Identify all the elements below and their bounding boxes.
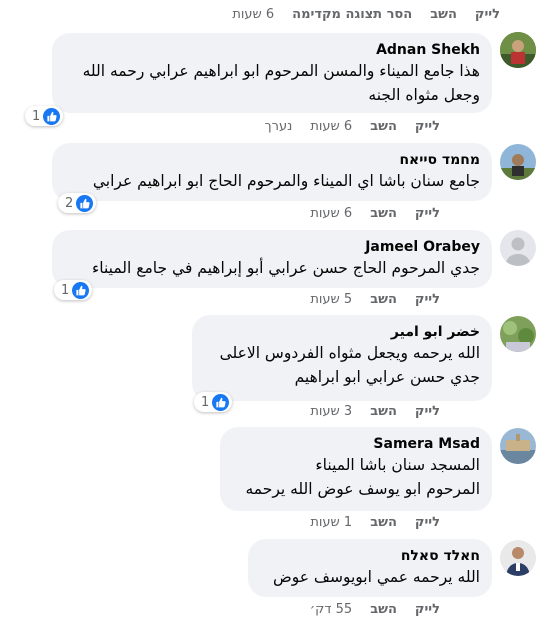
avatar[interactable] [500, 316, 536, 352]
comment-actions: לייק השב 5 שעות [310, 292, 440, 307]
comment-bubble: Adnan Shekh هذا جامع الميناء والمسن المر… [52, 33, 492, 113]
comment-text-line: جدي حسن عرابي ابو ابراهيم [294, 368, 480, 386]
timestamp[interactable]: 55 דק׳ [310, 602, 352, 617]
comment-bubble: Jameel Orabey جدي المرحوم الحاج حسن عراب… [52, 230, 492, 288]
profile-photo [500, 32, 536, 68]
like-link[interactable]: לייק [475, 7, 500, 22]
like-icon [72, 281, 90, 299]
timestamp[interactable]: 6 שעות [232, 7, 274, 22]
reaction-count[interactable]: 2 [58, 193, 97, 213]
comment-author[interactable]: Adnan Shekh [64, 41, 480, 59]
comment-actions: לייק השב 6 שעות [310, 206, 440, 221]
reply-link[interactable]: השב [370, 292, 397, 307]
comment-text-line: الله يرحمه عمي ابويوسف عوض [272, 568, 480, 586]
reply-link[interactable]: השב [430, 7, 457, 22]
avatar[interactable] [500, 230, 536, 266]
comment-text-line: وجعل مثواه الجنه [368, 86, 480, 104]
comment-author[interactable]: خضر ابو امير [204, 323, 480, 341]
like-link[interactable]: לייק [415, 515, 440, 530]
profile-photo [500, 540, 536, 576]
reply-link[interactable]: השב [370, 404, 397, 419]
timestamp[interactable]: 6 שעות [310, 119, 352, 134]
like-link[interactable]: לייק [415, 602, 440, 617]
like-icon [76, 194, 94, 212]
comment-text-line: جامع سنان باشا اي الميناء والمرحوم الحاج… [92, 172, 480, 190]
comment-author[interactable]: מחמד סייאח [64, 151, 480, 169]
top-actions: לייק השב הסר תצוגה מקדימה 6 שעות [232, 7, 500, 22]
comment-text-line: المسجد سنان باشا الميناء [315, 456, 480, 474]
comment-author[interactable]: Samera Msad [232, 435, 480, 453]
like-link[interactable]: לייק [415, 292, 440, 307]
comment-author[interactable]: חאלד סאלח [260, 547, 480, 565]
reply-link[interactable]: השב [370, 602, 397, 617]
avatar[interactable] [500, 32, 536, 68]
comment-actions: לייק השב 1 שעות [310, 515, 440, 530]
timestamp[interactable]: 3 שעות [310, 404, 352, 419]
timestamp[interactable]: 5 שעות [310, 292, 352, 307]
like-link[interactable]: לייק [415, 206, 440, 221]
edited-label: נערך [264, 119, 293, 134]
profile-photo [500, 316, 536, 352]
reply-link[interactable]: השב [370, 515, 397, 530]
reaction-count[interactable]: 1 [54, 280, 93, 300]
like-link[interactable]: לייק [415, 404, 440, 419]
default-avatar-icon [500, 230, 536, 266]
timestamp[interactable]: 6 שעות [310, 206, 352, 221]
remove-preview-link[interactable]: הסר תצוגה מקדימה [292, 7, 412, 22]
comment-author[interactable]: Jameel Orabey [64, 238, 480, 256]
comment-text-line: المرحوم ابو يوسف عوض الله يرحمه [245, 480, 480, 498]
timestamp[interactable]: 1 שעות [310, 515, 352, 530]
like-icon [43, 107, 61, 125]
profile-photo [500, 428, 536, 464]
comment-bubble: חאלד סאלח الله يرحمه عمي ابويوسف عوض [248, 539, 492, 597]
comment-actions: לייק השב 6 שעות נערך [265, 119, 440, 134]
comment-text-line: جدي المرحوم الحاج حسن عرابي أبو إبراهيم … [91, 259, 480, 277]
comment-bubble: خضر ابو امير الله يرحمه ويجعل مثواه الفر… [192, 315, 492, 401]
avatar[interactable] [500, 428, 536, 464]
reaction-count[interactable]: 1 [194, 392, 233, 412]
comment-actions: לייק השב 3 שעות [310, 404, 440, 419]
profile-photo [500, 144, 536, 180]
like-link[interactable]: לייק [415, 119, 440, 134]
comment-text-line: الله يرحمه ويجعل مثواه الفردوس الاعلى [219, 344, 480, 362]
avatar[interactable] [500, 540, 536, 576]
comment-text-line: هذا جامع الميناء والمسن المرحوم ابو ابرا… [82, 62, 480, 80]
reply-link[interactable]: השב [370, 206, 397, 221]
like-icon [212, 393, 230, 411]
comment-bubble: מחמד סייאח جامع سنان باشا اي الميناء وال… [52, 143, 492, 201]
reply-link[interactable]: השב [370, 119, 397, 134]
reaction-count[interactable]: 1 [25, 106, 64, 126]
comment-bubble: Samera Msad المسجد سنان باشا الميناء الم… [220, 427, 492, 511]
comment-actions: לייק השב 55 דק׳ [310, 602, 440, 617]
avatar[interactable] [500, 144, 536, 180]
